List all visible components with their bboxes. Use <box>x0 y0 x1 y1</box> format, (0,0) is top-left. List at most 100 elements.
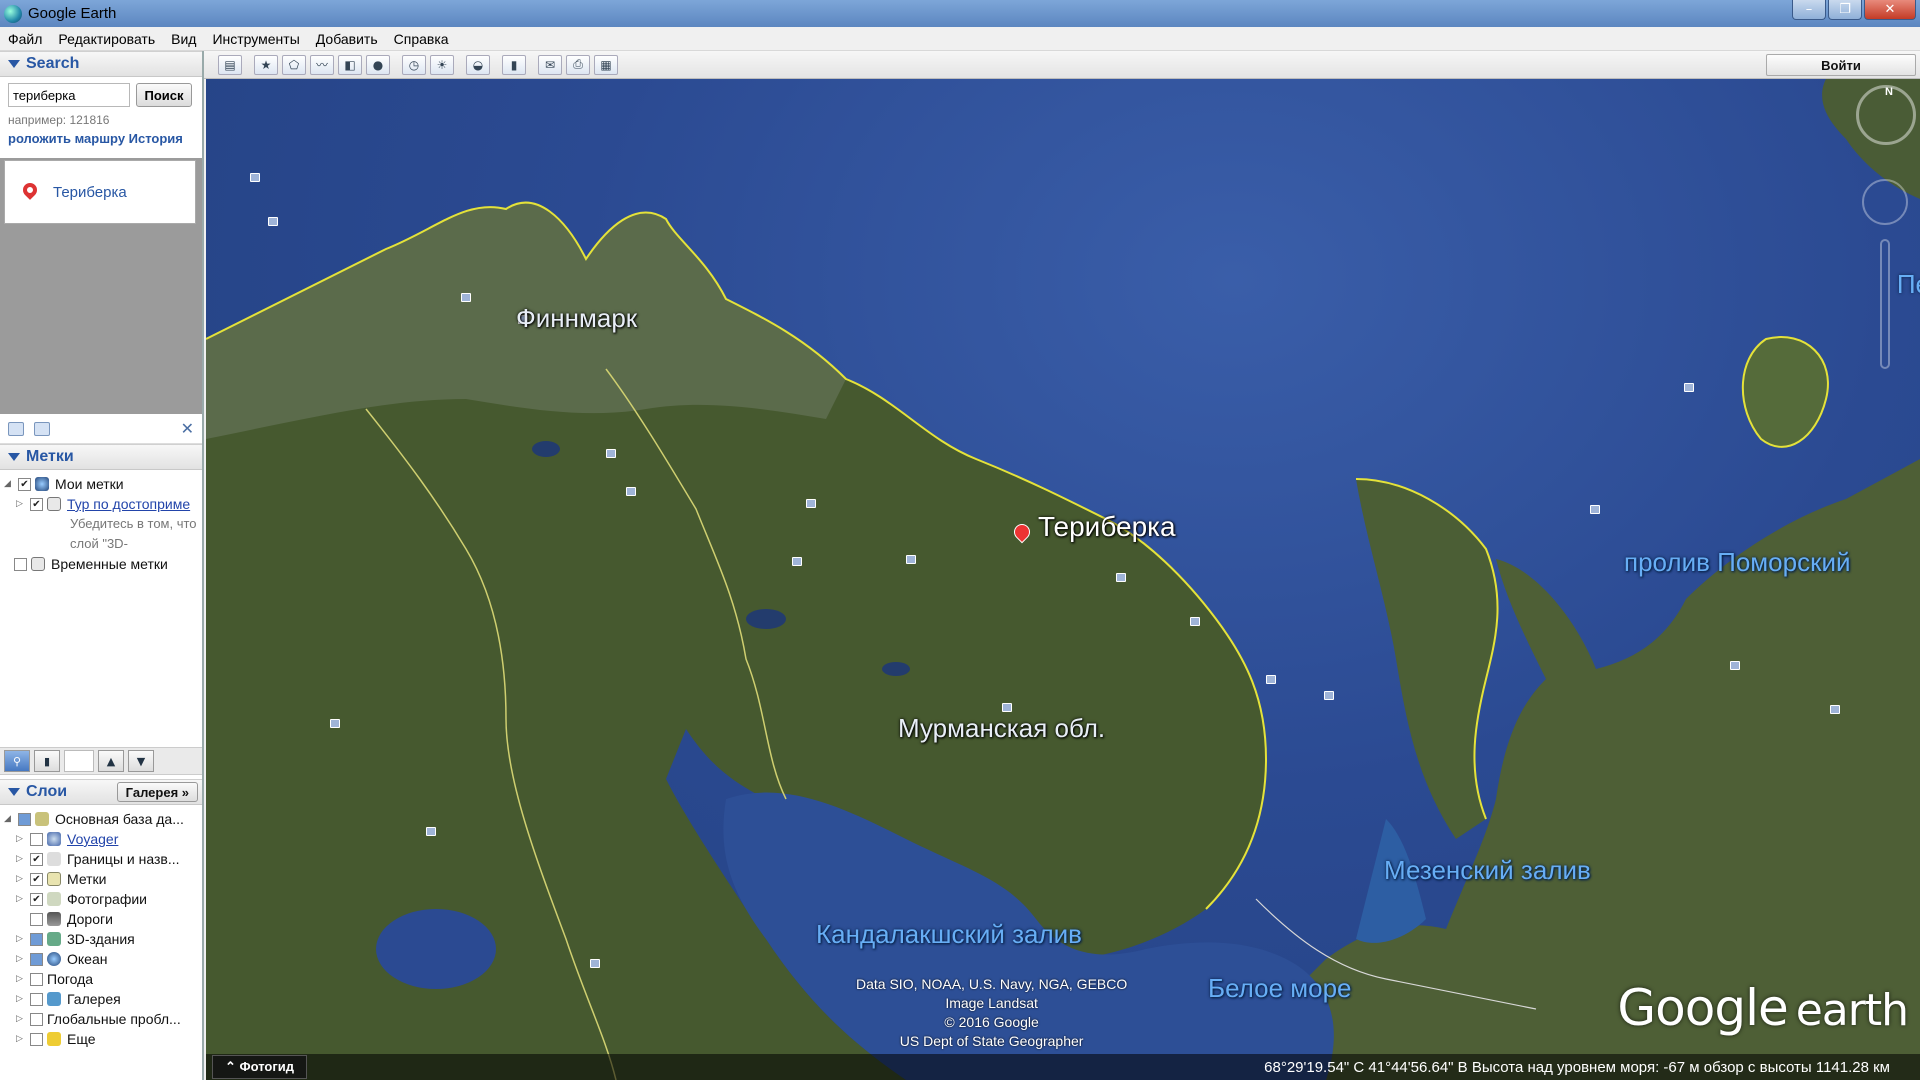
photo-marker[interactable] <box>606 449 616 458</box>
search-button[interactable]: Поиск <box>136 83 192 107</box>
menu-file[interactable]: Файл <box>0 31 50 47</box>
map-label-mezen[interactable]: Мезенский залив <box>1384 855 1591 886</box>
tree-row-tour[interactable]: ▷ ✔ Тур по достоприме <box>0 494 202 514</box>
record-tour-icon[interactable]: ● <box>366 54 390 75</box>
copy-icon[interactable] <box>34 421 50 436</box>
minimize-button[interactable]: – <box>1792 0 1826 20</box>
checkbox[interactable]: ✔ <box>30 892 43 906</box>
expand-arrow-icon[interactable]: ▷ <box>16 894 26 904</box>
move-up-icon[interactable]: ▲ <box>98 750 124 772</box>
add-polygon-icon[interactable]: ⬠ <box>282 54 306 75</box>
checkbox[interactable] <box>30 832 43 846</box>
photo-marker[interactable] <box>461 293 471 302</box>
layers-panel-header[interactable]: Слои Галерея » <box>0 779 202 805</box>
checkbox[interactable] <box>30 932 43 946</box>
panel-toggle-icon[interactable]: ▮ <box>34 750 60 772</box>
photo-marker[interactable] <box>1730 661 1740 670</box>
add-placemark-icon[interactable]: ★ <box>254 54 278 75</box>
expand-arrow-icon[interactable]: ▷ <box>16 994 26 1004</box>
photo-marker[interactable] <box>1684 383 1694 392</box>
layer-row-buildings[interactable]: ▷ 3D-здания <box>0 929 202 949</box>
add-path-icon[interactable]: 〰 <box>310 54 334 75</box>
view-in-maps-icon[interactable]: ▦ <box>594 54 618 75</box>
map-label-teriberka[interactable]: Териберка <box>1038 511 1176 543</box>
menu-help[interactable]: Справка <box>386 31 457 47</box>
planets-icon[interactable]: ◒ <box>466 54 490 75</box>
expand-arrow-icon[interactable]: ▷ <box>16 834 26 844</box>
layer-row-ocean[interactable]: ▷ Океан <box>0 949 202 969</box>
checkbox[interactable]: ✔ <box>30 872 43 886</box>
search-icon[interactable]: ⚲ <box>4 750 30 772</box>
photo-marker[interactable] <box>268 217 278 226</box>
photo-marker[interactable] <box>1324 691 1334 700</box>
checkbox[interactable] <box>30 972 43 986</box>
zoom-slider[interactable] <box>1880 239 1890 369</box>
map-label-finnmark[interactable]: Финнмарк <box>516 303 637 334</box>
tree-row-temp[interactable]: Временные метки <box>0 554 202 574</box>
expand-arrow-icon[interactable]: ▷ <box>16 974 26 984</box>
photo-marker[interactable] <box>906 555 916 564</box>
photoguide-button[interactable]: ⌃ Фотогид <box>212 1055 308 1079</box>
expand-arrow-icon[interactable]: ▷ <box>16 854 26 864</box>
add-folder-icon[interactable] <box>8 421 24 436</box>
expand-arrow-icon[interactable]: ▷ <box>16 954 26 964</box>
layer-row-global[interactable]: ▷ Глобальные пробл... <box>0 1009 202 1029</box>
login-button[interactable]: Войти <box>1766 54 1916 76</box>
photo-marker[interactable] <box>626 487 636 496</box>
photo-marker[interactable] <box>1590 505 1600 514</box>
layer-row-more[interactable]: ▷ Еще <box>0 1029 202 1049</box>
checkbox[interactable] <box>30 952 43 966</box>
map-label-kandalaksha[interactable]: Кандалакшский залив <box>816 919 1082 950</box>
photo-marker[interactable] <box>426 827 436 836</box>
photo-marker[interactable] <box>1266 675 1276 684</box>
tree-label-link[interactable]: Тур по достоприме <box>67 496 190 512</box>
close-icon[interactable]: ✕ <box>181 419 194 438</box>
move-down-icon[interactable]: ▼ <box>128 750 154 772</box>
print-icon[interactable]: ⎙ <box>566 54 590 75</box>
photo-marker[interactable] <box>1116 573 1126 582</box>
expand-arrow-icon[interactable]: ▷ <box>16 934 26 944</box>
photo-marker[interactable] <box>1002 703 1012 712</box>
photo-marker[interactable] <box>250 173 260 182</box>
close-button[interactable]: ✕ <box>1864 0 1916 20</box>
checkbox[interactable] <box>30 1032 43 1046</box>
search-panel-header[interactable]: Search <box>0 51 202 77</box>
menu-add[interactable]: Добавить <box>308 31 386 47</box>
layer-row-base[interactable]: ◢ Основная база да... <box>0 809 202 829</box>
photo-marker[interactable] <box>806 499 816 508</box>
expand-arrow-icon[interactable]: ▷ <box>16 499 26 509</box>
checkbox[interactable]: ✔ <box>30 497 43 511</box>
checkbox[interactable] <box>18 812 31 826</box>
collapse-arrow-icon[interactable]: ◢ <box>4 814 14 824</box>
layer-row-roads[interactable]: Дороги <box>0 909 202 929</box>
layer-row-borders[interactable]: ▷ ✔ Границы и назв... <box>0 849 202 869</box>
photo-marker[interactable] <box>1190 617 1200 626</box>
map-label-pomorsky[interactable]: пролив Поморский <box>1624 547 1851 578</box>
look-joystick-icon[interactable] <box>1862 179 1908 225</box>
map-label-white-sea[interactable]: Белое море <box>1208 973 1352 1004</box>
search-links[interactable]: роложить маршру История <box>0 129 202 148</box>
layer-label-link[interactable]: Voyager <box>67 831 118 847</box>
checkbox[interactable] <box>14 557 27 571</box>
checkbox[interactable] <box>30 1012 43 1026</box>
expand-arrow-icon[interactable]: ▷ <box>16 1014 26 1024</box>
photo-marker[interactable] <box>792 557 802 566</box>
layer-row-gallery[interactable]: ▷ Галерея <box>0 989 202 1009</box>
checkbox[interactable] <box>30 992 43 1006</box>
photo-marker[interactable] <box>330 719 340 728</box>
tree-row-my-places[interactable]: ◢ ✔ Мои метки <box>0 474 202 494</box>
layer-row-photos[interactable]: ▷ ✔ Фотографии <box>0 889 202 909</box>
collapse-arrow-icon[interactable]: ◢ <box>4 479 14 489</box>
map-label-murmansk[interactable]: Мурманская обл. <box>898 713 1105 744</box>
add-overlay-icon[interactable]: ◧ <box>338 54 362 75</box>
photo-marker[interactable] <box>1830 705 1840 714</box>
photo-marker[interactable] <box>590 959 600 968</box>
gallery-button[interactable]: Галерея » <box>116 782 198 802</box>
expand-arrow-icon[interactable]: ▷ <box>16 874 26 884</box>
search-result-item[interactable]: Териберка <box>4 160 196 224</box>
layer-row-places[interactable]: ▷ ✔ Метки <box>0 869 202 889</box>
layer-row-weather[interactable]: ▷ Погода <box>0 969 202 989</box>
sunlight-icon[interactable]: ☀ <box>430 54 454 75</box>
menu-view[interactable]: Вид <box>163 31 204 47</box>
historical-imagery-icon[interactable]: ◷ <box>402 54 426 75</box>
